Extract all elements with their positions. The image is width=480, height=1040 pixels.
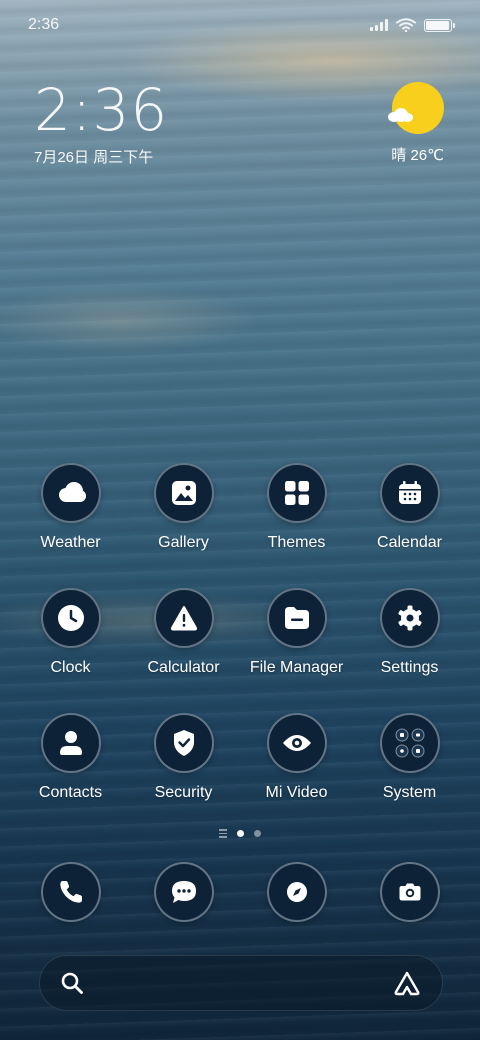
battery-level: [426, 20, 449, 30]
sun-cloud-icon: [387, 82, 444, 134]
file-manager-icon: [266, 588, 327, 648]
weather-text: 晴 26℃: [391, 147, 444, 164]
app-row: Clock Calculator File Manager Settings: [14, 588, 466, 713]
app-label: Security: [154, 784, 213, 801]
status-bar: 2:36: [0, 0, 480, 50]
app-security[interactable]: Security: [127, 713, 240, 838]
themes-icon: [266, 463, 327, 523]
app-label: File Manager: [249, 659, 344, 676]
app-label: Calculator: [147, 659, 220, 676]
weather-icon: [40, 463, 101, 523]
app-label: Settings: [380, 659, 439, 676]
clock-widget-time: 2:36: [34, 76, 169, 144]
clock-icon: [40, 588, 101, 648]
app-row: Weather Gallery Themes Calendar: [14, 463, 466, 588]
app-row: Contacts Security Mi Video System: [14, 713, 466, 838]
page-dot-2: [254, 829, 261, 837]
search-bar[interactable]: [39, 955, 443, 1011]
app-clock[interactable]: Clock: [14, 588, 127, 713]
assistant-icon[interactable]: [392, 970, 422, 996]
message-icon: [153, 862, 214, 922]
app-system-folder[interactable]: System: [353, 713, 466, 838]
weather-widget[interactable]: 晴 26℃: [387, 82, 444, 165]
app-contacts[interactable]: Contacts: [14, 713, 127, 838]
battery-icon: [424, 18, 455, 32]
app-file-manager[interactable]: File Manager: [240, 588, 353, 713]
camera-icon: [379, 862, 440, 922]
page-list-icon: [219, 829, 227, 838]
page-dot-1: [237, 829, 244, 837]
app-calendar[interactable]: Calendar: [353, 463, 466, 588]
app-settings[interactable]: Settings: [353, 588, 466, 713]
app-label: Contacts: [38, 784, 103, 801]
dock-camera[interactable]: [353, 862, 466, 922]
folder-grid-icon: [379, 713, 440, 773]
signal-icon: [370, 19, 388, 31]
calendar-icon: [379, 463, 440, 523]
app-weather[interactable]: Weather: [14, 463, 127, 588]
app-label: Gallery: [158, 534, 209, 551]
contacts-icon: [40, 713, 101, 773]
gear-icon: [379, 588, 440, 648]
app-label: Themes: [267, 534, 326, 551]
compass-icon: [266, 862, 327, 922]
app-label: System: [382, 784, 437, 801]
clock-widget-date: 7月26日 周三下午: [34, 149, 154, 166]
app-calculator[interactable]: Calculator: [127, 588, 240, 713]
wifi-icon: [396, 18, 416, 32]
app-gallery[interactable]: Gallery: [127, 463, 240, 588]
phone-icon: [40, 862, 101, 922]
search-icon[interactable]: [60, 971, 84, 995]
clock-widget[interactable]: 2:36 7月26日 周三下午: [34, 78, 168, 167]
app-mi-video[interactable]: Mi Video: [240, 713, 353, 838]
app-label: Calendar: [377, 534, 442, 551]
dock: [14, 862, 466, 922]
dock-messages[interactable]: [127, 862, 240, 922]
page-indicator[interactable]: [0, 829, 480, 838]
app-grid: Weather Gallery Themes Calendar Clock Ca…: [14, 463, 466, 838]
eye-icon: [266, 713, 327, 773]
shield-icon: [153, 713, 214, 773]
status-icons: [370, 18, 455, 32]
app-label: Mi Video: [265, 784, 328, 801]
app-themes[interactable]: Themes: [240, 463, 353, 588]
app-label: Clock: [50, 659, 91, 676]
dock-browser[interactable]: [240, 862, 353, 922]
app-label: Weather: [40, 534, 101, 551]
dock-phone[interactable]: [14, 862, 127, 922]
gallery-icon: [153, 463, 214, 523]
status-time: 2:36: [28, 16, 60, 33]
calculator-icon: [153, 588, 214, 648]
